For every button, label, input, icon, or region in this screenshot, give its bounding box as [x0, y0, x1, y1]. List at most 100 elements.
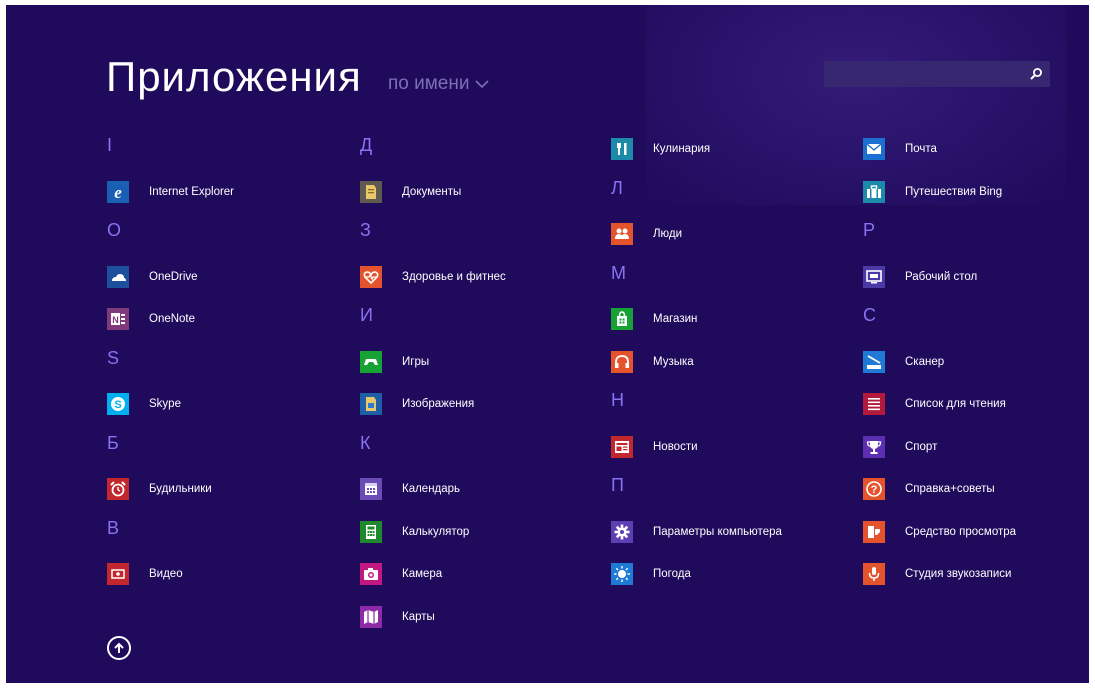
pictures-folder-icon	[360, 393, 382, 415]
app-item[interactable]: N OneNote	[107, 308, 195, 330]
app-item[interactable]: Параметры компьютера	[611, 520, 782, 543]
sort-label: по имени	[388, 73, 470, 94]
app-label: OneNote	[149, 313, 196, 325]
food-cutlery-icon	[611, 138, 633, 160]
app-label: Музыка	[653, 355, 694, 368]
app-label: Новости	[653, 440, 698, 453]
app-label: OneDrive	[149, 270, 198, 283]
app-label: Люди	[653, 228, 683, 240]
group-letter[interactable]: В	[107, 518, 119, 539]
search-box[interactable]	[824, 61, 1050, 87]
app-item[interactable]: Музыка	[611, 350, 694, 373]
app-label: Здоровье и фитнес	[402, 270, 506, 283]
group-letter[interactable]: М	[611, 263, 626, 284]
app-item[interactable]: Документы	[360, 180, 461, 203]
group-letter[interactable]: С	[863, 305, 876, 326]
camera-icon	[360, 563, 382, 585]
alarm-clock-icon	[107, 478, 129, 500]
background-glow	[646, 5, 1066, 205]
app-item[interactable]: Игры	[360, 350, 430, 373]
onedrive-icon	[107, 265, 129, 288]
svg-text:e: e	[114, 183, 122, 201]
app-item[interactable]: Новости	[611, 435, 698, 458]
scroll-up-button[interactable]	[107, 636, 131, 660]
video-icon	[107, 563, 129, 585]
start-screen-apps-view: Приложения по имени Ie Internet Explorer O…	[6, 5, 1089, 683]
app-item[interactable]: Карты	[360, 605, 435, 628]
svg-text:S: S	[114, 399, 121, 411]
group-letter[interactable]: I	[107, 135, 112, 156]
app-item[interactable]: Кулинария	[611, 138, 710, 160]
app-item[interactable]: Люди	[611, 223, 682, 245]
app-item[interactable]: Погода	[611, 563, 691, 585]
group-letter[interactable]: Н	[611, 390, 624, 411]
app-item[interactable]: Путешествия Bing	[863, 180, 1002, 203]
news-icon	[611, 435, 633, 458]
app-label: Список для чтения	[905, 398, 1006, 410]
app-label: Спорт	[905, 440, 938, 453]
app-item[interactable]: OneDrive	[107, 265, 198, 288]
app-label: Камера	[402, 568, 443, 580]
scanner-icon	[863, 350, 885, 373]
arrow-up-icon	[114, 642, 124, 653]
app-item[interactable]: Магазин	[611, 308, 697, 330]
app-item[interactable]: ? Справка+советы	[863, 478, 995, 500]
app-label: Skype	[149, 398, 181, 410]
app-item[interactable]: Сканер	[863, 350, 945, 373]
app-item[interactable]: Календарь	[360, 478, 460, 500]
app-item[interactable]: Почта	[863, 138, 937, 160]
app-label: Справка+советы	[905, 483, 995, 495]
svg-text:?: ?	[871, 484, 878, 496]
app-label: Сканер	[905, 355, 945, 368]
sort-dropdown[interactable]: по имени	[388, 73, 490, 95]
app-item[interactable]: e Internet Explorer	[107, 180, 234, 203]
app-item[interactable]: Студия звукозаписи	[863, 563, 1011, 585]
app-item[interactable]: Средство просмотра	[863, 520, 1016, 543]
app-label: Рабочий стол	[905, 270, 978, 283]
app-label: Игры	[402, 355, 430, 368]
app-label: Карты	[402, 610, 435, 623]
app-item[interactable]: Камера	[360, 563, 442, 585]
group-letter[interactable]: П	[611, 475, 624, 496]
app-item[interactable]: S Skype	[107, 393, 181, 415]
health-heart-icon	[360, 265, 382, 288]
onenote-icon: N	[107, 308, 129, 330]
group-letter[interactable]: З	[360, 220, 371, 241]
app-label: Калькулятор	[402, 525, 470, 538]
search-input[interactable]	[824, 61, 1030, 87]
app-item[interactable]: Изображения	[360, 393, 474, 415]
internet-explorer-icon: e	[107, 180, 129, 203]
app-item[interactable]: Видео	[107, 563, 183, 585]
group-letter[interactable]: O	[107, 220, 121, 241]
app-label: Видео	[149, 568, 183, 580]
search-icon[interactable]	[1028, 66, 1044, 82]
group-letter[interactable]: И	[360, 305, 373, 326]
app-item[interactable]: Здоровье и фитнес	[360, 265, 506, 288]
app-item[interactable]: Список для чтения	[863, 393, 1006, 415]
app-item[interactable]: Спорт	[863, 435, 938, 458]
group-letter[interactable]: Б	[107, 433, 119, 454]
reader-icon	[863, 520, 885, 543]
calendar-icon	[360, 478, 382, 500]
app-item[interactable]: Калькулятор	[360, 520, 470, 543]
app-item[interactable]: Будильники	[107, 478, 212, 500]
app-label: Календарь	[402, 483, 461, 495]
app-label: Изображения	[402, 398, 475, 410]
app-label: Студия звукозаписи	[905, 568, 1012, 580]
microphone-icon	[863, 563, 885, 585]
group-letter[interactable]: S	[107, 348, 119, 369]
app-label: Параметры компьютера	[653, 525, 782, 538]
app-label: Кулинария	[653, 143, 711, 155]
mail-envelope-icon	[863, 138, 885, 160]
group-letter[interactable]: К	[360, 433, 371, 454]
app-item[interactable]: Рабочий стол	[863, 265, 978, 288]
games-controller-icon	[360, 350, 382, 373]
svg-text:N: N	[112, 315, 119, 325]
group-letter[interactable]: Р	[863, 220, 875, 241]
group-letter[interactable]: Л	[611, 178, 623, 199]
group-letter[interactable]: Д	[360, 135, 372, 156]
app-label: Будильники	[149, 483, 212, 495]
people-icon	[611, 223, 633, 245]
weather-sun-icon	[611, 563, 633, 585]
sport-trophy-icon	[863, 435, 885, 458]
